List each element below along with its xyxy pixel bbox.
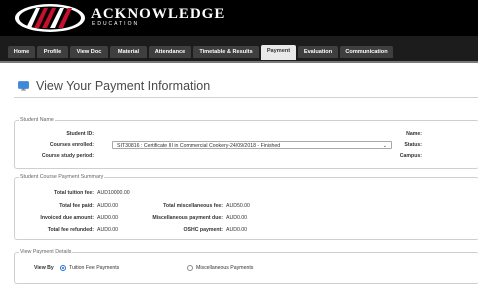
tab-evaluation[interactable]: Evaluation bbox=[298, 46, 338, 58]
view-by-label: View By bbox=[34, 265, 54, 271]
misc-radio[interactable] bbox=[187, 265, 193, 271]
student-id-label: Student ID: bbox=[66, 131, 94, 137]
invoiced-due-value: AUD0.00 bbox=[97, 215, 119, 221]
tuition-radio[interactable] bbox=[60, 265, 66, 271]
total-fee-paid-label: Total fee paid: bbox=[59, 203, 94, 209]
tab-view-doc[interactable]: View Doc bbox=[70, 46, 108, 58]
section-legend: View Payment Details bbox=[19, 249, 73, 256]
title-divider bbox=[14, 97, 478, 98]
oshc-label: OSHC payment: bbox=[183, 227, 224, 233]
total-tuition-label: Total tuition fee: bbox=[54, 190, 94, 196]
courses-enrolled-value: SIT30816 : Certificate III in Commercial… bbox=[117, 143, 281, 149]
chevron-down-icon: ⌄ bbox=[382, 143, 387, 149]
total-tuition-value: AUD10000.00 bbox=[97, 190, 130, 196]
campus-label: Campus: bbox=[399, 153, 422, 159]
total-refunded-label: Total fee refunded: bbox=[47, 227, 94, 233]
total-misc-value: AUD50.00 bbox=[226, 203, 250, 209]
total-refunded-value: AUD0.00 bbox=[97, 227, 119, 233]
tab-attendance[interactable]: Attendance bbox=[149, 46, 191, 58]
page-title: View Your Payment Information bbox=[36, 79, 211, 93]
misc-option-label[interactable]: Miscellaneous Payments bbox=[196, 265, 253, 272]
tab-communication[interactable]: Communication bbox=[340, 46, 393, 58]
tab-payment[interactable]: Payment bbox=[261, 45, 296, 60]
total-fee-paid-value: AUD0.00 bbox=[97, 203, 119, 209]
invoiced-due-label: Invoiced due amount: bbox=[40, 215, 94, 221]
misc-due-value: AUD0.00 bbox=[226, 215, 248, 221]
tab-timetable-results[interactable]: Timetable & Results bbox=[193, 46, 259, 58]
tab-material[interactable]: Material bbox=[110, 46, 147, 58]
tab-profile[interactable]: Profile bbox=[37, 46, 68, 58]
section-legend: Student Course Payment Summary bbox=[19, 174, 105, 181]
site-header: ACKNOWLEDGE EDUCATION bbox=[0, 0, 478, 36]
monitor-icon bbox=[18, 81, 29, 91]
courses-enrolled-select[interactable]: SIT30816 : Certificate III in Commercial… bbox=[112, 141, 392, 149]
acknowledge-logo-icon bbox=[15, 4, 85, 32]
course-period-label: Course study period: bbox=[41, 153, 94, 159]
brand-subtitle: EDUCATION bbox=[92, 21, 140, 27]
brand-name: ACKNOWLEDGE bbox=[91, 6, 226, 22]
tuition-option-label[interactable]: Tuition Fee Payments bbox=[69, 265, 119, 272]
total-misc-label: Total miscellaneous fee: bbox=[163, 203, 223, 209]
courses-enrolled-label: Courses enrolled: bbox=[49, 142, 94, 148]
tab-home[interactable]: Home bbox=[8, 46, 35, 58]
main-nav: Home Profile View Doc Material Attendanc… bbox=[0, 36, 478, 63]
status-label: Status: bbox=[404, 142, 422, 148]
name-label: Name: bbox=[406, 131, 422, 137]
section-legend: Student Name bbox=[19, 117, 55, 124]
oshc-value: AUD0.00 bbox=[226, 227, 248, 233]
misc-due-label: Miscellaneous payment due: bbox=[152, 215, 223, 221]
